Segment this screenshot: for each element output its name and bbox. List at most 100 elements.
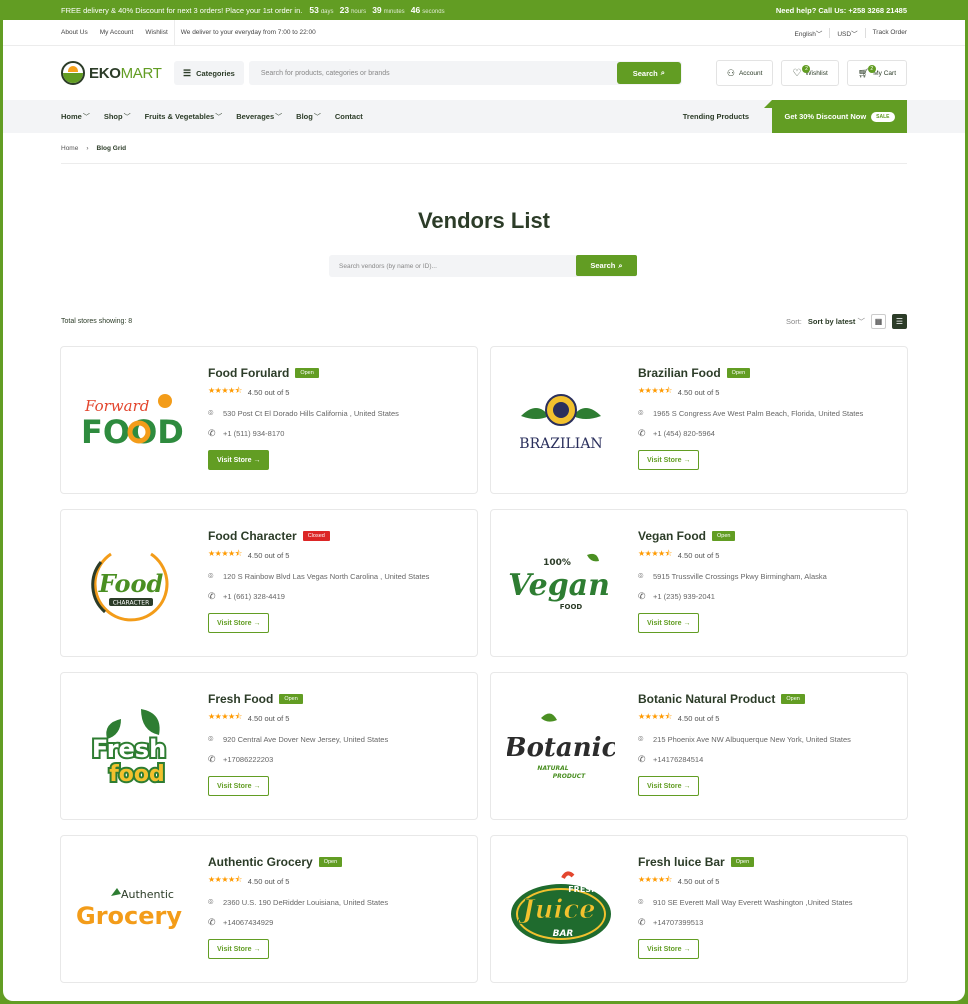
address-text: 2360 U.S. 190 DeRidder Louisiana, United… bbox=[223, 898, 389, 907]
visit-store-button[interactable]: Visit Store → bbox=[208, 776, 270, 796]
search-button-label: Search bbox=[632, 68, 658, 78]
vendor-search-button[interactable]: Search ⌕ bbox=[576, 255, 637, 276]
nav-label: Blog bbox=[296, 111, 313, 121]
vendor-phone: ✆ +14707399513 bbox=[638, 917, 853, 928]
wishlist-button[interactable]: ♡ 2 Wishlist bbox=[781, 60, 839, 86]
chevron-down-icon: ﹀ bbox=[815, 30, 823, 38]
help-phone[interactable]: Need help? Call Us: +258 3268 21485 bbox=[776, 6, 907, 15]
vendor-name[interactable]: Fresh Food bbox=[208, 692, 273, 706]
breadcrumb-home[interactable]: Home bbox=[61, 145, 78, 152]
nav-item-fruits[interactable]: Fruits & Vegetables﹀ bbox=[145, 112, 223, 122]
vendor-phone: ✆ +1 (235) 939-2041 bbox=[638, 591, 827, 602]
rating-text: 4.50 out of 5 bbox=[677, 713, 720, 723]
vendor-phone: ✆ +14176284514 bbox=[638, 754, 851, 765]
search-button[interactable]: Search ⌕ bbox=[616, 62, 681, 84]
location-icon: ⌾ bbox=[208, 897, 214, 907]
grid-view-icon[interactable]: ▦ bbox=[871, 314, 886, 329]
nav-item-beverages[interactable]: Beverages﹀ bbox=[236, 112, 282, 122]
logo-chef-icon bbox=[158, 394, 172, 408]
account-button[interactable]: ⚇ Account bbox=[715, 60, 774, 86]
logo-word: PRODUCT bbox=[553, 773, 586, 780]
phone-icon: ✆ bbox=[208, 591, 216, 601]
track-order-link[interactable]: Track Order bbox=[873, 29, 907, 36]
vendor-info: Vegan Food Open ★★★★⯪ 4.50 out of 5 ⌾ 5915 … bbox=[638, 529, 827, 633]
language-select[interactable]: English﹀ bbox=[795, 28, 823, 38]
vendor-address: ⌾ 530 Post Ct El Dorado Hills California … bbox=[208, 408, 399, 419]
vendor-card: FRESH Juice BAR Fresh luice Bar Open ★★★★… bbox=[490, 835, 908, 983]
phone-text: +14707399513 bbox=[653, 918, 704, 927]
nav-item-contact[interactable]: Contact bbox=[335, 112, 363, 122]
rating-text: 4.50 out of 5 bbox=[677, 876, 720, 886]
visit-store-button[interactable]: Visit Store → bbox=[208, 450, 270, 470]
visit-store-button[interactable]: Visit Store → bbox=[208, 939, 270, 959]
vendor-rating: ★★★★⯪ 4.50 out of 5 bbox=[638, 711, 851, 725]
sort-select[interactable]: Sort by latest ﹀ bbox=[808, 316, 865, 327]
page-title: Vendors List bbox=[417, 208, 551, 233]
fresh-food-logo: Fresh food bbox=[90, 709, 168, 789]
status-badge: Open bbox=[781, 694, 805, 704]
vendor-phone: ✆ +1 (511) 934-8170 bbox=[208, 428, 399, 439]
about-link[interactable]: About Us bbox=[61, 29, 88, 36]
logo-word: Authentic bbox=[121, 888, 174, 901]
discount-text: Get 30% Discount Now bbox=[784, 112, 867, 121]
wishlist-link[interactable]: Wishlist bbox=[145, 29, 167, 36]
address-text: 120 S Rainbow Blvd Las Vegas North Carol… bbox=[223, 572, 430, 581]
vendor-info: Authentic Grocery Open ★★★★⯪ 4.50 out of 5… bbox=[208, 855, 388, 959]
phone-icon: ✆ bbox=[208, 917, 216, 927]
search-input[interactable]: Search for products, categories or brand… bbox=[248, 61, 682, 85]
cart-label: My Cart bbox=[873, 69, 896, 77]
site-logo[interactable]: EKOMART bbox=[61, 61, 174, 85]
visit-store-button[interactable]: Visit Store → bbox=[638, 613, 700, 633]
vendor-name-row: Botanic Natural Product Open bbox=[638, 692, 851, 706]
my-account-link[interactable]: My Account bbox=[100, 29, 134, 36]
categories-button[interactable]: ☰ Categories bbox=[174, 61, 244, 85]
star-rating-icon: ★★★★⯪ bbox=[208, 386, 242, 395]
food-character-logo: Food CHARACTER bbox=[91, 552, 169, 622]
currency-select[interactable]: USD﹀ bbox=[837, 28, 857, 38]
vendor-name[interactable]: Botanic Natural Product bbox=[638, 692, 775, 706]
vendor-search-placeholder: Search vendors (by name or ID)... bbox=[339, 262, 437, 270]
nav-item-shop[interactable]: Shop﹀ bbox=[104, 112, 131, 122]
logo-globe bbox=[553, 402, 569, 418]
visit-store-button[interactable]: Visit Store → bbox=[208, 613, 270, 633]
vendor-name[interactable]: Food Forulard bbox=[208, 366, 289, 380]
vendor-name[interactable]: Food Character bbox=[208, 529, 297, 543]
address-text: 1965 S Congress Ave West Palm Beach, Flo… bbox=[653, 409, 864, 418]
vendor-name[interactable]: Authentic Grocery bbox=[208, 855, 313, 869]
vendor-logo: Food CHARACTER bbox=[75, 540, 187, 628]
nav-item-home[interactable]: Home﹀ bbox=[61, 112, 90, 122]
cart-button[interactable]: 🛒︎ 2 My Cart bbox=[846, 60, 907, 86]
list-view-icon[interactable]: ☰ bbox=[892, 314, 907, 329]
vendor-address: ⌾ 2360 U.S. 190 DeRidder Louisiana, Unite… bbox=[208, 897, 388, 908]
visit-store-button[interactable]: Visit Store → bbox=[638, 776, 700, 796]
location-icon: ⌾ bbox=[638, 571, 644, 581]
phone-icon: ✆ bbox=[638, 591, 646, 601]
logo-word: 100% bbox=[543, 558, 571, 568]
rating-text: 4.50 out of 5 bbox=[247, 387, 290, 397]
vendor-address: ⌾ 920 Central Ave Dover New Jersey, Unite… bbox=[208, 734, 388, 745]
logo-word: Juice bbox=[517, 895, 595, 925]
vendor-card: Authentic Grocery Authentic Grocery Open … bbox=[60, 835, 478, 983]
chevron-down-icon: ﹀ bbox=[215, 113, 223, 121]
visit-store-button[interactable]: Visit Store → bbox=[638, 939, 700, 959]
vendor-logo: Forward FOOD bbox=[75, 377, 187, 465]
vendor-info: Food Character Closed ★★★★⯪ 4.50 out of 5 … bbox=[208, 529, 429, 633]
visit-store-button[interactable]: Visit Store → bbox=[638, 450, 700, 470]
discount-banner[interactable]: Get 30% Discount Now SALE bbox=[764, 100, 907, 133]
star-rating-icon: ★★★★⯪ bbox=[208, 549, 242, 558]
status-badge: Open bbox=[295, 368, 319, 378]
vendor-address: ⌾ 910 SE Everett Mall Way Everett Washing… bbox=[638, 897, 853, 908]
trending-products-link[interactable]: Trending Products bbox=[683, 112, 749, 121]
rating-text: 4.50 out of 5 bbox=[247, 876, 290, 886]
nav-item-blog[interactable]: Blog﹀ bbox=[296, 112, 321, 122]
vendor-name[interactable]: Fresh luice Bar bbox=[638, 855, 725, 869]
countdown-days: 53 bbox=[309, 5, 319, 15]
vendor-name[interactable]: Vegan Food bbox=[638, 529, 706, 543]
logo-text-light: MART bbox=[120, 64, 162, 82]
countdown-days-unit: days bbox=[320, 9, 334, 15]
vendor-logo: Botanic NATURAL PRODUCT bbox=[505, 703, 617, 791]
vendor-search-input[interactable]: Search vendors (by name or ID)... Search… bbox=[329, 255, 637, 277]
logo-word: BAR bbox=[553, 929, 574, 939]
vendor-name[interactable]: Brazilian Food bbox=[638, 366, 721, 380]
countdown-hours-unit: hours bbox=[351, 9, 367, 15]
